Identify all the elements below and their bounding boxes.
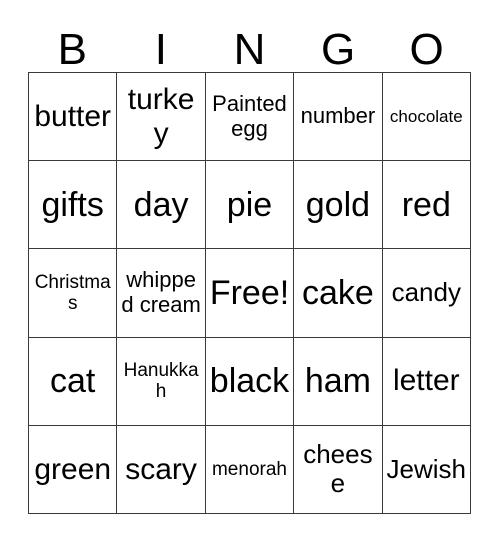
bingo-cell-label: menorah: [211, 458, 287, 480]
bingo-cell-label: Jewish: [386, 453, 467, 484]
bingo-cell-label: Hanukkah: [123, 359, 199, 403]
bingo-card: B I N G O butter turkey Painted egg numb…: [0, 0, 500, 544]
bingo-cell-label: pie: [226, 185, 273, 224]
bingo-cell[interactable]: green: [29, 425, 118, 514]
bingo-cell[interactable]: butter: [29, 73, 118, 162]
bingo-cell-label: black: [209, 362, 290, 401]
bingo-header-row: B I N G O: [28, 14, 471, 72]
bingo-cell[interactable]: cat: [29, 337, 118, 426]
bingo-cell[interactable]: number: [294, 73, 383, 162]
bingo-cell[interactable]: Christmas: [29, 249, 118, 338]
bingo-cell[interactable]: cake: [294, 249, 383, 338]
bingo-cell-label: cat: [50, 362, 96, 401]
bingo-header-letter-n: N: [233, 25, 266, 74]
bingo-cell-label: green: [34, 452, 112, 486]
bingo-cell[interactable]: scary: [117, 425, 206, 514]
bingo-cell-label: red: [401, 185, 451, 224]
bingo-cell-label: scary: [125, 452, 197, 486]
bingo-cell[interactable]: pie: [205, 161, 295, 250]
bingo-cell-label: turkey: [127, 83, 195, 150]
bingo-grid: butter turkey Painted egg number chocola…: [28, 72, 471, 514]
bingo-cell-label: letter: [392, 364, 460, 398]
bingo-cell[interactable]: cheese: [294, 425, 383, 514]
bingo-cell-free-space[interactable]: Free!: [205, 249, 295, 338]
bingo-header-letter-g: G: [320, 25, 356, 74]
bingo-cell[interactable]: day: [117, 161, 206, 250]
bingo-cell[interactable]: gold: [294, 161, 383, 250]
bingo-cell-label: day: [133, 185, 189, 224]
bingo-header-letter-b: B: [57, 25, 87, 74]
bingo-cell-label: butter: [34, 99, 112, 133]
bingo-cell[interactable]: whipped cream: [117, 249, 206, 338]
bingo-cell[interactable]: candy: [382, 249, 471, 338]
bingo-cell[interactable]: Painted egg: [205, 73, 295, 162]
bingo-cell[interactable]: Jewish: [382, 425, 471, 514]
bingo-cell[interactable]: red: [382, 161, 471, 250]
bingo-cell[interactable]: letter: [382, 337, 471, 426]
bingo-cell[interactable]: gifts: [29, 161, 118, 250]
bingo-cell-label: gold: [305, 185, 371, 224]
bingo-cell-label: chocolate: [389, 107, 463, 127]
bingo-cell[interactable]: turkey: [117, 73, 206, 162]
bingo-cell-label: gifts: [41, 185, 104, 224]
bingo-cell[interactable]: ham: [294, 337, 383, 426]
bingo-cell[interactable]: Hanukkah: [117, 337, 206, 426]
bingo-cell-label: Christmas: [34, 271, 111, 314]
bingo-cell-label: ham: [304, 362, 371, 401]
bingo-cell-label: whipped cream: [121, 267, 201, 317]
bingo-cell[interactable]: chocolate: [382, 73, 471, 162]
bingo-cell-label: Painted egg: [212, 90, 287, 141]
bingo-cell-label: candy: [391, 277, 461, 308]
bingo-cell-label: number: [300, 103, 376, 129]
bingo-cell-label: Free!: [209, 273, 290, 312]
bingo-cell[interactable]: black: [205, 337, 295, 426]
bingo-cell-label: cheese: [303, 439, 373, 499]
bingo-header-letter-o: O: [409, 25, 444, 74]
bingo-cell-label: cake: [301, 273, 374, 312]
bingo-cell[interactable]: menorah: [205, 425, 295, 514]
bingo-header-letter-i: I: [154, 25, 167, 74]
